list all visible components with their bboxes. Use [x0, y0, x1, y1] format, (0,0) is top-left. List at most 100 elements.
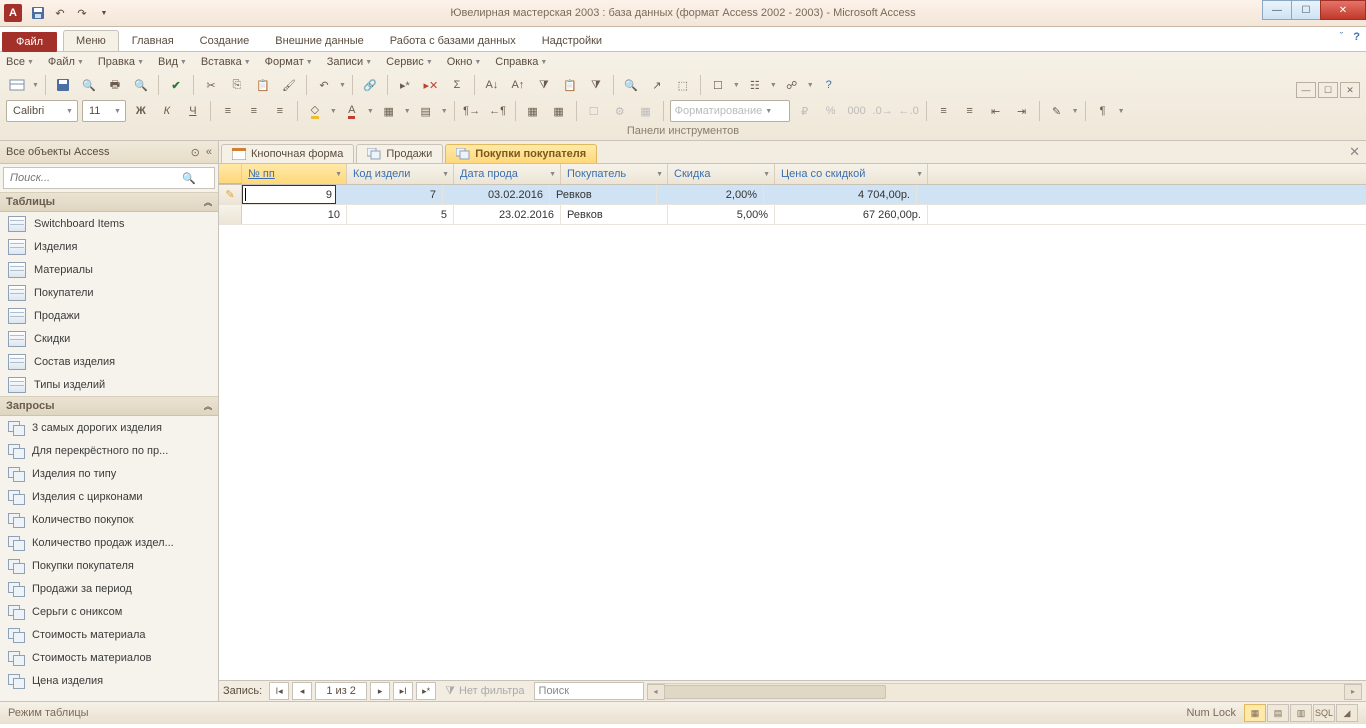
menu-all[interactable]: Все▼ — [6, 56, 34, 68]
nav-search[interactable]: 🔍 — [3, 167, 215, 189]
pivottable-view-button[interactable]: ▤ — [1267, 704, 1289, 722]
tab-dbtools[interactable]: Работа с базами данных — [377, 30, 529, 51]
no-filter-indicator[interactable]: ⧩Нет фильтра — [445, 685, 524, 698]
table-cell[interactable]: Ревков — [561, 205, 668, 224]
goto-icon[interactable]: ↗ — [646, 74, 668, 96]
record-position[interactable]: 1 из 2 — [315, 682, 367, 700]
save-icon[interactable] — [30, 5, 46, 21]
nav-item[interactable]: Изделия с цирконами — [0, 485, 218, 508]
font-name-box[interactable]: ▼ — [6, 100, 78, 122]
table-cell[interactable]: Ревков — [550, 185, 657, 204]
align-left-icon[interactable]: ≡ — [217, 100, 239, 122]
search-folder-icon[interactable]: 🔍 — [78, 74, 100, 96]
new-record-icon[interactable]: ▸* — [394, 74, 416, 96]
nav-item[interactable]: Типы изделий — [0, 373, 218, 396]
ltr-icon[interactable]: ¶→ — [461, 100, 483, 122]
menu-edit[interactable]: Правка▼ — [98, 56, 144, 68]
table-cell[interactable]: 67 260,00р. — [775, 205, 928, 224]
undo-icon[interactable]: ↶ — [313, 74, 335, 96]
spelling-icon[interactable]: ✔ — [165, 74, 187, 96]
nav-group-header[interactable]: Таблицы︽ — [0, 192, 218, 212]
redo-icon[interactable]: ↷ — [74, 5, 90, 21]
table-cell[interactable]: 5 — [347, 205, 454, 224]
last-record-button[interactable]: ▸І — [393, 682, 413, 700]
table-row[interactable]: 10523.02.2016Ревков5,00%67 260,00р. — [219, 205, 1366, 225]
document-tab[interactable]: Покупки покупателя — [445, 144, 597, 163]
scroll-left-icon[interactable]: ◂ — [647, 684, 665, 700]
format-painter-icon[interactable]: 🖌 — [278, 74, 300, 96]
tab-addins[interactable]: Надстройки — [529, 30, 615, 51]
nav-item[interactable]: Покупатели — [0, 281, 218, 304]
menu-insert[interactable]: Вставка▼ — [201, 56, 251, 68]
table-cell[interactable]: 03.02.2016 — [443, 185, 550, 204]
inc-indent-icon[interactable]: ⇥ — [1011, 100, 1033, 122]
nav-item[interactable]: Материалы — [0, 258, 218, 281]
menu-window[interactable]: Окно▼ — [447, 56, 482, 68]
font-size-input[interactable] — [87, 104, 111, 118]
menu-format[interactable]: Формат▼ — [265, 56, 313, 68]
data-grid[interactable]: № пп▼Код издели▼Дата прода▼Покупатель▼Ск… — [219, 164, 1366, 680]
nav-item[interactable]: Покупки покупателя — [0, 554, 218, 577]
paste-icon[interactable]: 📋 — [252, 74, 274, 96]
borders-icon[interactable]: ▦ — [548, 100, 570, 122]
menu-records[interactable]: Записи▼ — [327, 56, 372, 68]
help-icon[interactable]: ? — [1353, 31, 1360, 43]
relations-icon[interactable]: ☍ — [781, 74, 803, 96]
font-color-icon[interactable]: A — [341, 100, 363, 122]
nav-item[interactable]: Количество покупок — [0, 508, 218, 531]
menu-view[interactable]: Вид▼ — [158, 56, 187, 68]
new-record-button[interactable]: ▸* — [416, 682, 436, 700]
font-name-input[interactable] — [11, 104, 63, 118]
nav-item[interactable]: Состав изделия — [0, 350, 218, 373]
text-dir-icon[interactable]: ¶ — [1092, 100, 1114, 122]
column-header[interactable]: Покупатель▼ — [561, 164, 668, 184]
first-record-button[interactable]: І◂ — [269, 682, 289, 700]
file-tab[interactable]: Файл — [2, 32, 57, 52]
select-icon[interactable]: ⬚ — [672, 74, 694, 96]
underline-icon[interactable]: Ч — [182, 100, 204, 122]
print-preview-icon[interactable]: 🔍 — [130, 74, 152, 96]
tab-home[interactable]: Главная — [119, 30, 187, 51]
font-size-box[interactable]: ▼ — [82, 100, 126, 122]
column-header[interactable]: Цена со скидкой▼ — [775, 164, 928, 184]
column-header[interactable]: Дата прода▼ — [454, 164, 561, 184]
sort-desc-icon[interactable]: A↑ — [507, 74, 529, 96]
close-button[interactable]: ✕ — [1320, 0, 1366, 20]
select-all-cell[interactable] — [219, 164, 242, 184]
table-row[interactable]: ✎9703.02.2016Ревков2,00%4 704,00р. — [219, 185, 1366, 205]
next-record-button[interactable]: ▸ — [370, 682, 390, 700]
table-cell[interactable]: 5,00% — [668, 205, 775, 224]
sort-asc-icon[interactable]: A↓ — [481, 74, 503, 96]
mdi-restore[interactable]: ☐ — [1318, 82, 1338, 98]
row-selector[interactable]: ✎ — [219, 185, 242, 204]
copy-icon[interactable]: ⎘ — [226, 74, 248, 96]
nav-item[interactable]: Цена изделия — [0, 669, 218, 692]
nav-item[interactable]: Стоимость материала — [0, 623, 218, 646]
window-icon[interactable]: ☐ — [707, 74, 729, 96]
sql-view-button[interactable]: SQL — [1313, 704, 1335, 722]
nav-item[interactable]: Switchboard Items — [0, 212, 218, 235]
close-tab-icon[interactable]: ✕ — [1349, 144, 1360, 160]
properties-icon[interactable]: ☷ — [744, 74, 766, 96]
nav-item[interactable]: 3 самых дорогих изделия — [0, 416, 218, 439]
table-cell[interactable]: 10 — [242, 205, 347, 224]
datasheet-view-button[interactable]: ▦ — [1244, 704, 1266, 722]
table-cell[interactable]: 23.02.2016 — [454, 205, 561, 224]
scroll-thumb[interactable] — [664, 685, 886, 699]
fill-color-icon[interactable]: ◇ — [304, 100, 326, 122]
bold-icon[interactable]: Ж — [130, 100, 152, 122]
table-cell[interactable]: 4 704,00р. — [764, 185, 917, 204]
prev-record-button[interactable]: ◂ — [292, 682, 312, 700]
nav-item[interactable]: Изделия — [0, 235, 218, 258]
conditional-icon[interactable]: ▦ — [522, 100, 544, 122]
tab-menu[interactable]: Меню — [63, 30, 119, 51]
mdi-close[interactable]: ✕ — [1340, 82, 1360, 98]
column-header[interactable]: № пп▼ — [242, 164, 347, 184]
bullets-icon[interactable]: ≡ — [959, 100, 981, 122]
maximize-button[interactable]: ☐ — [1291, 0, 1321, 20]
nav-item[interactable]: Серьги с ониксом — [0, 600, 218, 623]
nav-item[interactable]: Продажи за период — [0, 577, 218, 600]
rtl-icon[interactable]: ←¶ — [487, 100, 509, 122]
tab-create[interactable]: Создание — [187, 30, 263, 51]
formatting-box[interactable]: Форматирование▼ — [670, 100, 790, 122]
